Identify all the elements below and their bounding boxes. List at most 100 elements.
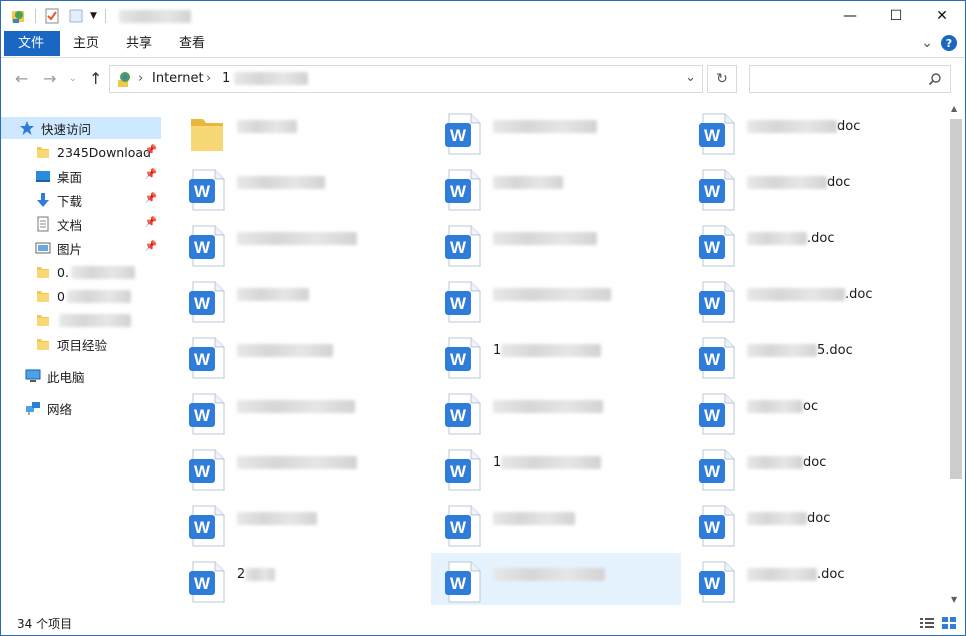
file-item[interactable]: W .doc <box>685 553 935 605</box>
breadcrumb-internet[interactable]: Internet <box>152 71 204 86</box>
tab-home[interactable]: 主页 <box>59 31 113 56</box>
file-item[interactable]: W <box>431 105 681 157</box>
file-name-prefix: 2 <box>237 567 246 582</box>
file-item[interactable]: W <box>431 273 681 325</box>
vertical-scrollbar[interactable]: ▲ ▼ <box>947 101 965 609</box>
details-view-icon[interactable] <box>919 616 935 630</box>
wps-document-icon: W <box>189 281 225 323</box>
folder-item[interactable] <box>175 105 425 157</box>
back-arrow-icon[interactable]: ← <box>15 69 28 88</box>
file-item[interactable]: W1 <box>431 441 681 493</box>
large-icons-view-icon[interactable] <box>941 616 957 630</box>
recent-locations-chevron-icon[interactable]: ⌄ <box>69 74 77 84</box>
file-item[interactable]: W <box>175 497 425 549</box>
scrollbar-thumb[interactable] <box>950 119 962 479</box>
svg-text:W: W <box>450 574 467 593</box>
scroll-down-icon[interactable]: ▼ <box>951 595 957 604</box>
nav-item[interactable] <box>1 309 161 331</box>
new-folder-icon[interactable] <box>68 8 84 24</box>
help-icon[interactable]: ? <box>941 35 957 51</box>
address-dropdown-icon[interactable]: ⌄ <box>685 70 696 85</box>
search-box[interactable] <box>749 65 951 93</box>
file-name-prefix: 1 <box>493 343 502 358</box>
address-bar[interactable]: › Internet › 1 ⌄ <box>109 65 703 93</box>
nav-item[interactable]: 下载 📌 <box>1 189 161 211</box>
file-item[interactable]: W <box>175 161 425 213</box>
nav-item[interactable]: 0 <box>1 285 161 307</box>
file-item[interactable]: Woc <box>685 385 935 437</box>
file-item[interactable]: W .doc <box>685 217 935 269</box>
scroll-up-icon[interactable]: ▲ <box>951 104 957 113</box>
wps-document-icon: W <box>445 561 481 603</box>
file-item[interactable]: W1 <box>431 329 681 381</box>
file-name-prefix: 1 <box>493 455 502 470</box>
file-item[interactable]: W2 <box>175 553 425 605</box>
properties-icon[interactable] <box>44 8 60 24</box>
wps-document-icon: W <box>445 225 481 267</box>
file-item[interactable]: W <box>431 497 681 549</box>
nav-item[interactable]: 项目经验 <box>1 333 161 355</box>
svg-text:W: W <box>194 182 211 201</box>
file-item[interactable]: Wdoc <box>685 105 935 157</box>
wps-document-icon: W <box>445 449 481 491</box>
expand-ribbon-icon[interactable]: ⌄ <box>921 35 933 51</box>
minimize-button[interactable]: — <box>827 1 873 31</box>
file-item[interactable]: W <box>175 273 425 325</box>
file-item[interactable]: W <box>431 385 681 437</box>
nav-item[interactable]: 0. <box>1 261 161 283</box>
desktop-icon <box>35 168 51 184</box>
forward-arrow-icon[interactable]: → <box>43 69 56 88</box>
tab-file[interactable]: 文件 <box>4 31 60 56</box>
search-input[interactable] <box>756 70 920 86</box>
file-item[interactable]: Wdoc <box>685 497 935 549</box>
breadcrumb-separator-icon[interactable]: › <box>206 71 211 86</box>
customize-toolbar-dropdown[interactable]: ▼ <box>90 11 97 21</box>
file-item[interactable]: Wdoc <box>685 441 935 493</box>
file-item[interactable]: W <box>431 553 681 605</box>
wps-document-icon: W <box>699 281 735 323</box>
file-item[interactable]: W <box>175 441 425 493</box>
file-item[interactable]: W .doc <box>685 273 935 325</box>
blurred-label <box>66 289 131 303</box>
file-item[interactable]: W <box>175 385 425 437</box>
svg-text:W: W <box>194 518 211 537</box>
tab-view[interactable]: 查看 <box>165 31 219 56</box>
file-name: .doc <box>747 231 835 246</box>
blurred-file-name <box>493 400 603 413</box>
breadcrumb-separator-icon[interactable]: › <box>138 71 143 86</box>
nav-item-label: 0. <box>57 264 69 280</box>
file-item[interactable]: W <box>431 217 681 269</box>
ribbon-right-controls: ⌄ ? <box>921 35 957 51</box>
refresh-icon[interactable]: ↻ <box>707 65 737 93</box>
picture-icon <box>35 240 51 256</box>
nav-item[interactable]: 桌面 📌 <box>1 165 161 187</box>
file-item[interactable]: W <box>431 161 681 213</box>
wps-document-icon: W <box>445 393 481 435</box>
close-button[interactable]: ✕ <box>919 1 965 31</box>
file-item[interactable]: Wdoc <box>685 161 935 213</box>
nav-item[interactable]: 网络 <box>1 397 161 419</box>
blurred-file-name <box>747 512 807 525</box>
tab-share[interactable]: 共享 <box>112 31 166 56</box>
computer-icon <box>25 368 41 384</box>
blurred-file-name <box>493 232 597 245</box>
explorer-app-icon[interactable] <box>11 8 27 24</box>
breadcrumb-current-folder[interactable]: 1 <box>222 71 309 86</box>
nav-item[interactable]: 快速访问 <box>1 117 161 139</box>
file-item[interactable]: W <box>175 329 425 381</box>
nav-item[interactable]: 文档 📌 <box>1 213 161 235</box>
search-icon[interactable] <box>928 72 942 86</box>
nav-item[interactable]: 2345Download 📌 <box>1 141 161 163</box>
nav-item[interactable]: 此电脑 <box>1 365 161 387</box>
svg-text:W: W <box>194 406 211 425</box>
file-name <box>237 287 309 302</box>
maximize-button[interactable]: ☐ <box>873 1 919 31</box>
blurred-file-name <box>747 288 845 301</box>
file-item[interactable]: W 5.doc <box>685 329 935 381</box>
file-name <box>493 511 575 526</box>
file-item[interactable]: W <box>175 217 425 269</box>
blurred-file-name <box>237 288 309 301</box>
nav-item[interactable]: 图片 📌 <box>1 237 161 259</box>
svg-text:W: W <box>704 126 721 145</box>
up-arrow-icon[interactable]: ↑ <box>89 69 102 88</box>
